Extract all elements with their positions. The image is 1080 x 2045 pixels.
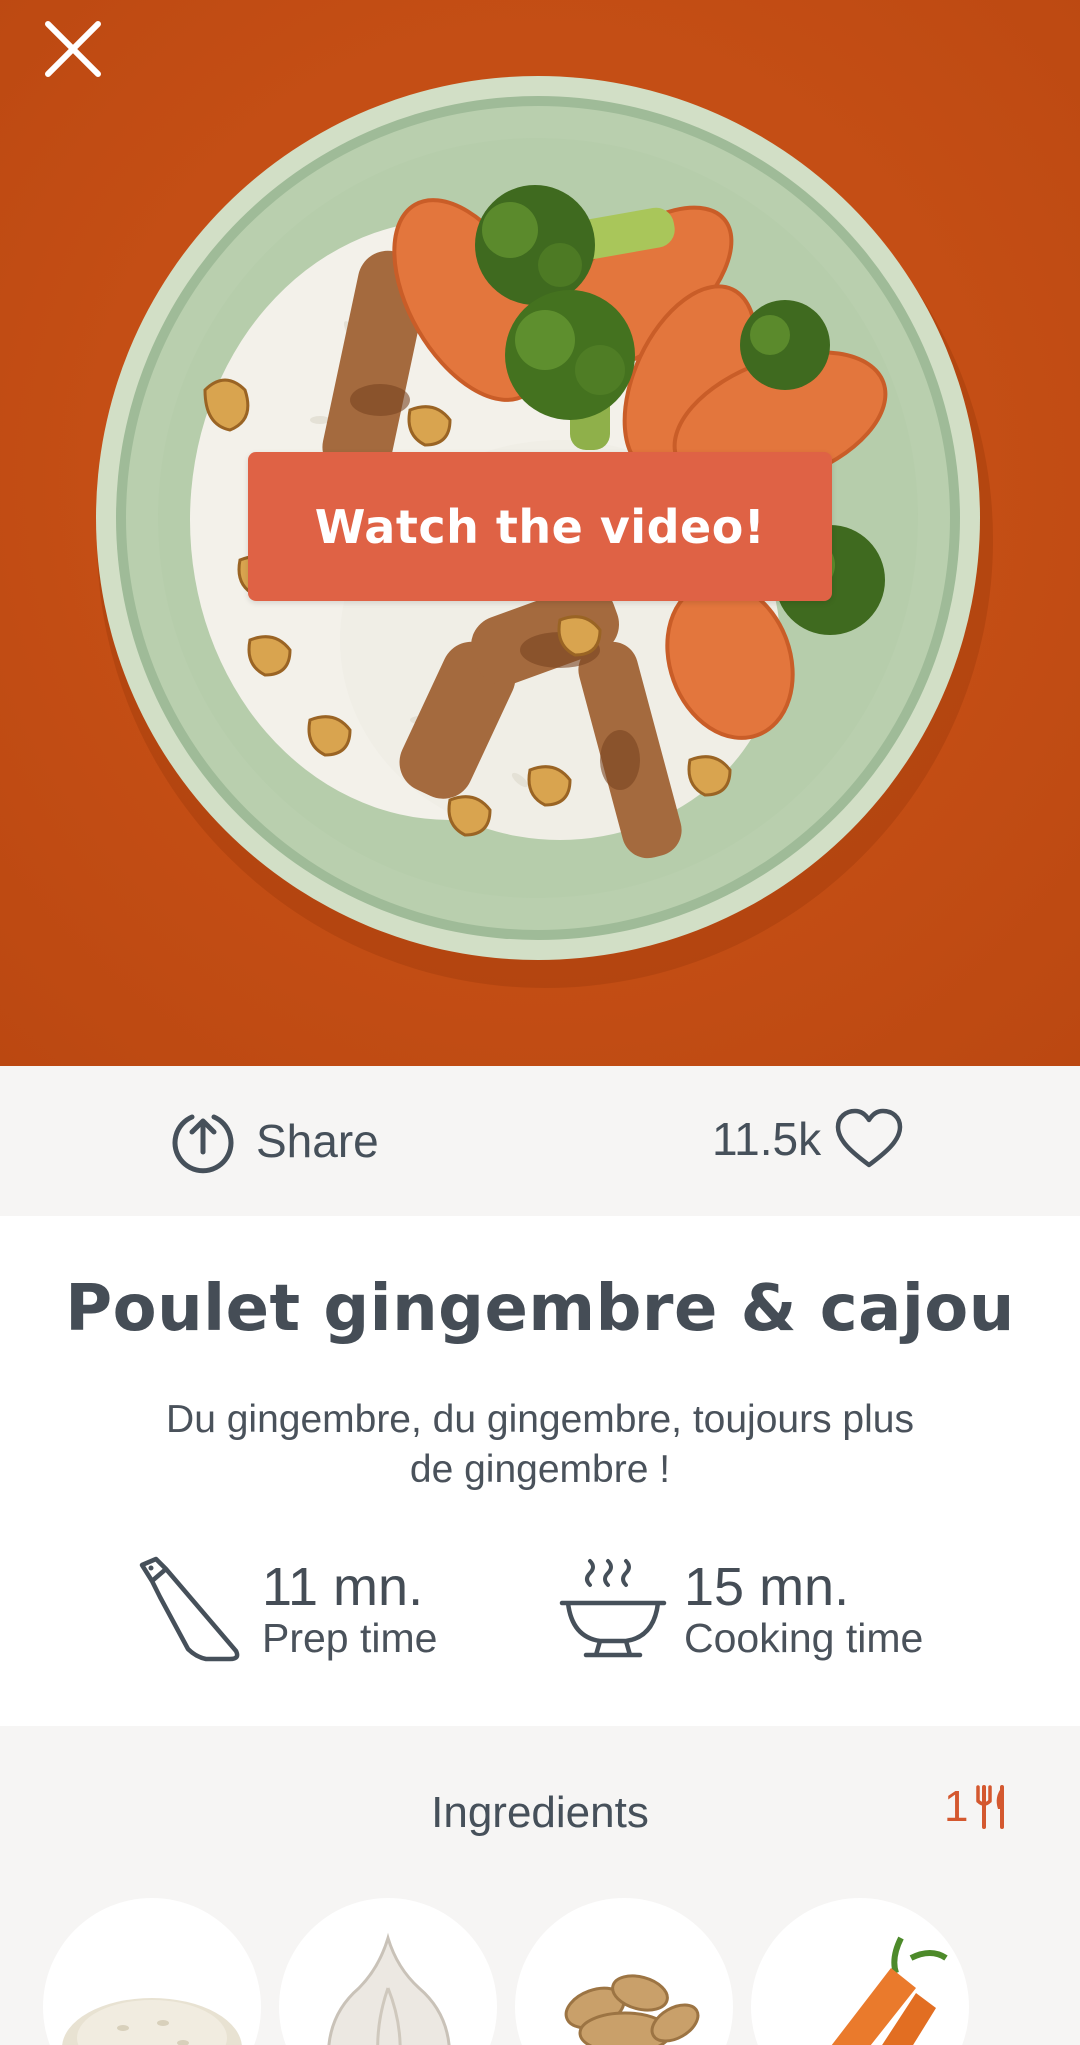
ingredient-ginger[interactable] [515, 1898, 733, 2045]
recipe-description-line-2: de gingembre ! [409, 1448, 671, 1491]
heart-icon [835, 1108, 903, 1168]
fork-knife-icon [976, 1785, 1005, 1829]
servings-selector[interactable]: 1 [944, 1782, 1008, 1832]
ingredient-rice[interactable] [43, 1898, 261, 2045]
recipe-description-line-1: Du gingembre, du gingembre, toujours plu… [166, 1398, 914, 1441]
cooking-time-value: 15 mn. [684, 1557, 850, 1617]
close-icon [45, 21, 101, 77]
ingredient-garlic[interactable] [279, 1898, 497, 2045]
action-bar: Share 11.5k [0, 1066, 1080, 1216]
servings-count: 1 [944, 1782, 969, 1831]
cooking-time: 15 mn. Cooking time [558, 1550, 923, 1670]
prep-time-value: 11 mn. [262, 1557, 424, 1617]
share-icon [172, 1114, 234, 1174]
watch-video-label: Watch the video! [314, 499, 766, 554]
ingredient-carrot[interactable] [751, 1898, 969, 2045]
recipe-hero-image: Watch the video! [0, 0, 1080, 1066]
knife-icon [139, 1556, 240, 1662]
carrot-image [831, 1936, 948, 2045]
share-label: Share [256, 1115, 379, 1167]
prep-time-label: Prep time [262, 1615, 438, 1661]
like-button[interactable]: 11.5k [712, 1104, 905, 1174]
ingredients-title: Ingredients [431, 1788, 649, 1837]
watch-video-button[interactable]: Watch the video! [248, 452, 832, 601]
recipe-description: Du gingembre, du gingembre, toujours plu… [130, 1395, 950, 1495]
recipe-title: Poulet gingembre & cajou [65, 1272, 1015, 1346]
prep-time: 11 mn. Prep time [136, 1550, 437, 1670]
ginger-image [564, 1974, 700, 2045]
close-button[interactable] [38, 14, 108, 84]
steaming-bowl-icon [559, 1559, 667, 1658]
likes-count: 11.5k [712, 1113, 822, 1165]
garlic-image [327, 1932, 451, 2045]
rice-image [62, 1998, 242, 2045]
ingredients-section: Ingredients 1 [0, 1726, 1080, 2045]
cooking-time-label: Cooking time [684, 1615, 924, 1661]
share-button[interactable]: Share [170, 1106, 379, 1176]
